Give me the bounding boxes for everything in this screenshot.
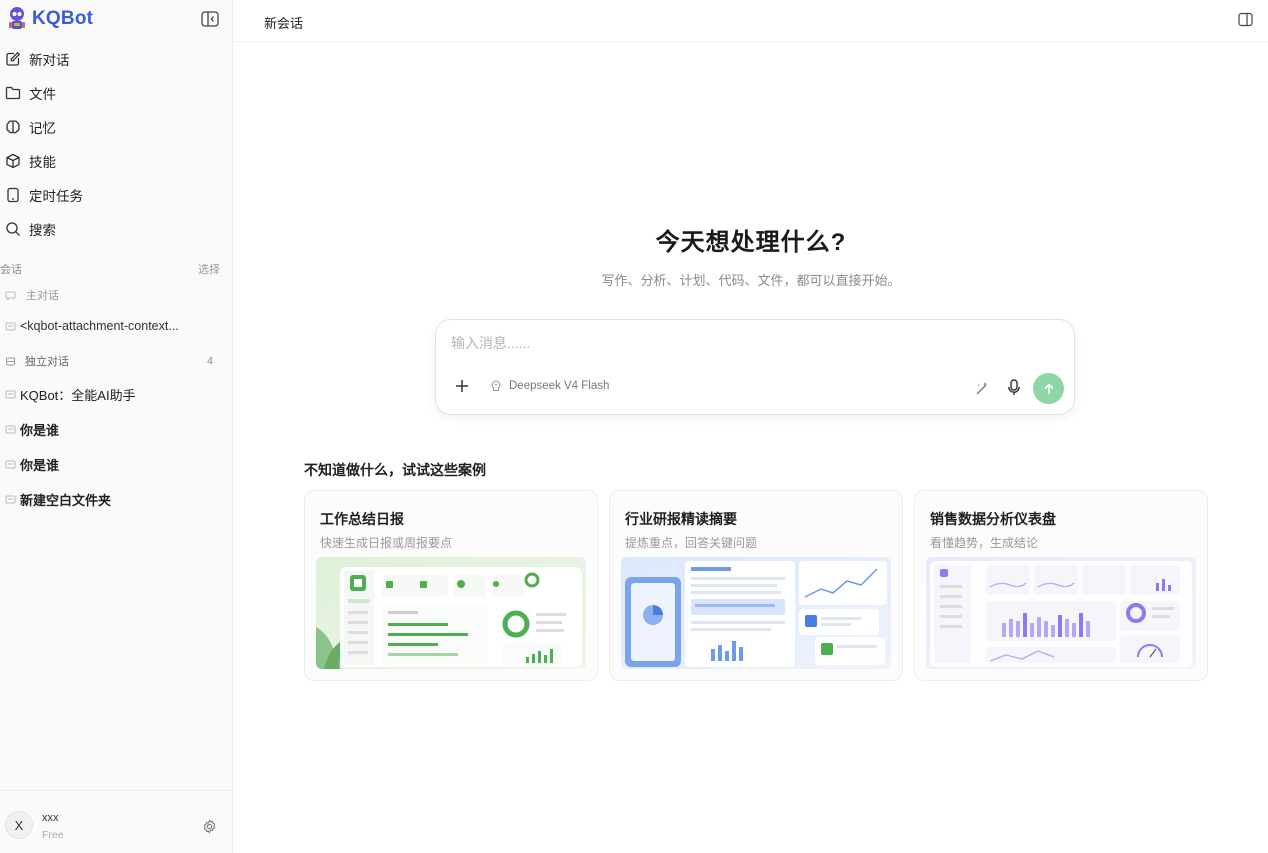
page-title: 新会话: [264, 16, 304, 31]
sidebar: KQBot 新对话 文件 记忆 技能 定时任务 搜索 会话 选择 主对话 <kq…: [0, 0, 233, 853]
cube-icon: [6, 153, 20, 169]
sidebar-toggle-icon[interactable]: [201, 11, 219, 27]
chat-bubble-icon: [5, 460, 16, 468]
conversation-label: <kqbot-attachment-context...: [20, 319, 179, 333]
group-count-badge: 4: [207, 355, 213, 367]
conversation-label: KQBot：全能AI助手: [20, 387, 136, 403]
conversation-label: 你是谁: [20, 422, 60, 438]
user-bar: X xxx Free: [0, 790, 233, 853]
composer: Deepseek V4 Flash: [435, 319, 1075, 415]
model-selector[interactable]: Deepseek V4 Flash: [490, 380, 609, 392]
nav-new-chat[interactable]: 新对话: [0, 42, 233, 76]
card-title: 销售数据分析仪表盘: [930, 511, 1056, 527]
topbar: 新会话: [234, 0, 1268, 42]
nav-label: 技能: [29, 155, 56, 170]
nav-memory[interactable]: 记忆: [0, 110, 233, 144]
robot-logo-icon: [9, 7, 25, 29]
nav-scheduled-tasks[interactable]: 定时任务: [0, 178, 233, 212]
search-icon: [6, 222, 20, 236]
nav-label: 记忆: [29, 121, 56, 136]
conversation-item[interactable]: 新建空白文件夹: [0, 490, 233, 508]
arrow-up-icon: [1043, 382, 1054, 394]
chat-bubble-icon: [5, 425, 16, 433]
nav-label: 搜索: [29, 223, 56, 238]
card-subtitle: 看懂趋势，生成结论: [930, 536, 1039, 550]
select-button[interactable]: 选择: [198, 261, 220, 277]
industry-report-preview-image: [621, 557, 891, 669]
nav-label: 新对话: [29, 53, 70, 68]
chat-bubble-icon: [5, 495, 16, 503]
folder-icon: [5, 86, 21, 100]
card-subtitle: 快速生成日报或周报要点: [320, 536, 453, 550]
hero-title: 今天想处理什么?: [655, 229, 847, 256]
plus-icon[interactable]: [455, 379, 469, 393]
gear-icon[interactable]: [202, 819, 217, 834]
sidebar-nav: 新对话 文件 记忆 技能 定时任务 搜索: [0, 42, 233, 246]
model-icon: [491, 380, 501, 391]
daily-report-preview-image: [316, 557, 586, 669]
message-input[interactable]: [451, 332, 1051, 354]
hero-subtitle: 写作、分析、计划、代码、文件，都可以直接开始。: [601, 273, 901, 288]
user-name: xxx: [42, 812, 59, 824]
conversation-item[interactable]: KQBot：全能AI助手: [0, 385, 233, 403]
examples-title: 不知道做什么，试试这些案例: [304, 462, 486, 478]
section-label: 会话: [0, 264, 22, 276]
nav-skills[interactable]: 技能: [0, 144, 233, 178]
conversation-item[interactable]: <kqbot-attachment-context...: [0, 317, 233, 335]
user-plan: Free: [42, 829, 64, 841]
card-title: 工作总结日报: [320, 511, 404, 527]
send-button[interactable]: [1033, 373, 1064, 404]
conversation-label: 新建空白文件夹: [20, 492, 112, 508]
example-card-sales-dashboard[interactable]: 销售数据分析仪表盘 看懂趋势，生成结论: [914, 490, 1208, 681]
edit-icon: [6, 51, 21, 66]
magic-wand-icon[interactable]: [974, 380, 990, 396]
example-card-industry-report[interactable]: 行业研报精读摘要 提炼重点，回答关键问题: [609, 490, 903, 681]
example-card-daily-report[interactable]: 工作总结日报 快速生成日报或周报要点: [304, 490, 598, 681]
nav-files[interactable]: 文件: [0, 76, 233, 110]
stack-icon: [6, 357, 15, 365]
conversation-label: 你是谁: [20, 457, 60, 473]
conversation-label: 主对话: [26, 290, 59, 302]
conversation-item[interactable]: 主对话: [0, 287, 233, 303]
brand[interactable]: KQBot: [6, 5, 93, 33]
chat-bubble-icon: [5, 390, 16, 398]
phone-icon: [7, 187, 19, 203]
conversation-group[interactable]: 独立对话 4: [0, 353, 233, 369]
card-subtitle: 提炼重点，回答关键问题: [625, 536, 758, 550]
card-title: 行业研报精读摘要: [625, 511, 737, 527]
brain-icon: [6, 120, 20, 134]
model-name: Deepseek V4 Flash: [509, 380, 610, 392]
conversation-item[interactable]: 你是谁: [0, 455, 233, 473]
nav-label: 定时任务: [29, 189, 83, 204]
chat-bubble-icon: [5, 322, 16, 330]
nav-search[interactable]: 搜索: [0, 212, 233, 246]
nav-label: 文件: [29, 87, 56, 102]
conversation-label: 独立对话: [25, 356, 69, 368]
conversations-header: 会话 选择: [0, 260, 233, 278]
conversation-item[interactable]: 你是谁: [0, 420, 233, 438]
avatar[interactable]: X: [5, 811, 33, 839]
microphone-icon[interactable]: [1007, 379, 1021, 396]
chat-bubble-icon: [5, 291, 16, 300]
sales-dashboard-preview-image: [926, 557, 1196, 669]
app-name: KQBot: [32, 8, 94, 29]
panel-toggle-icon[interactable]: [1238, 12, 1253, 27]
